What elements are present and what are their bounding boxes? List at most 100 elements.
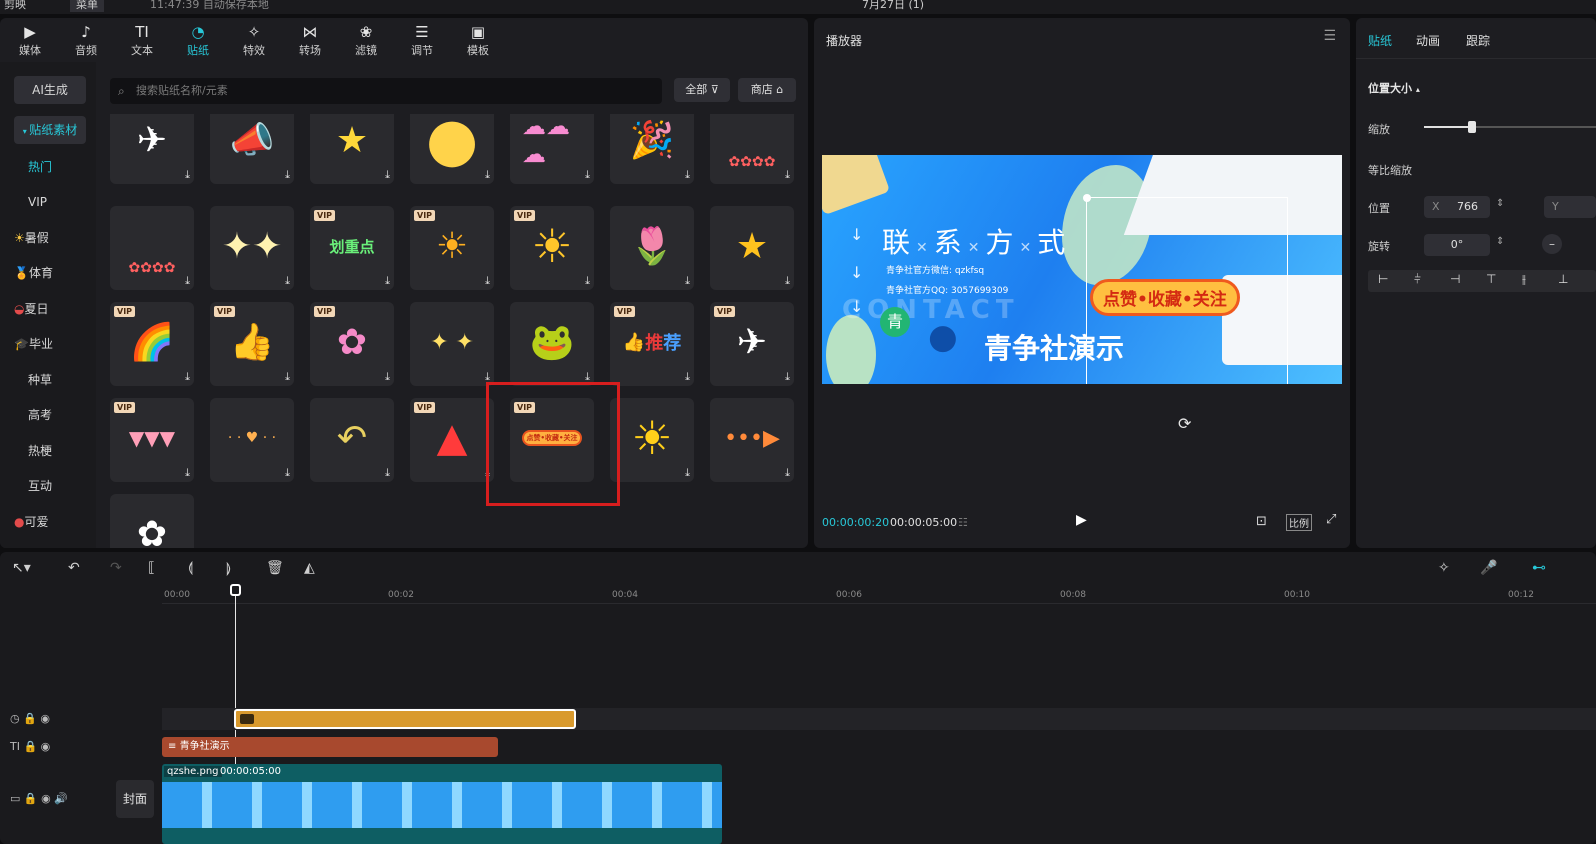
sidebar-item-memes[interactable]: 热梗 — [14, 437, 86, 465]
download-icon[interactable]: ⤓ — [185, 370, 190, 384]
select-tool-icon[interactable]: ↖▾ — [12, 560, 31, 576]
sticker-tulip[interactable]: 🌷 ⤓ — [610, 206, 694, 290]
lock-icon[interactable]: 🔒 — [24, 792, 38, 805]
mirror-icon[interactable]: ◭ — [304, 560, 315, 576]
download-icon[interactable]: ⤓ — [385, 370, 390, 384]
sidebar-item-hot[interactable]: 热门 — [14, 153, 86, 181]
tab-animation[interactable]: 动画 — [1416, 32, 1440, 49]
download-icon[interactable]: ⤓ — [485, 274, 490, 288]
sticker-yellow-star[interactable]: ★ ⤓ — [710, 206, 794, 290]
sticker-flower-border[interactable]: ✿✿✿✿ ⤓ — [710, 114, 794, 184]
download-icon[interactable]: ⤓ — [385, 168, 390, 182]
time-ruler[interactable]: 00:00 00:02 00:04 00:06 00:08 00:10 00:1… — [162, 586, 1596, 604]
download-icon[interactable]: ⤓ — [285, 168, 290, 182]
cover-button[interactable]: 封面 — [116, 780, 154, 818]
download-icon[interactable]: ⤓ — [385, 274, 390, 288]
sticker-megaphone[interactable]: 📣 ⤓ — [210, 114, 294, 184]
menu-button[interactable]: 菜单 — [70, 0, 104, 12]
sticker-search-input[interactable]: ⌕ 搜索贴纸名称/元素 — [110, 78, 662, 104]
link-toggle-icon[interactable]: ⊷ — [1532, 560, 1546, 576]
sticker-paper-plane-2[interactable]: VIP ✈ ⤓ — [710, 302, 794, 386]
sidebar-item-summer-break[interactable]: ☀暑假 — [14, 224, 86, 252]
sticker-category-button[interactable]: ▾ 贴纸素材 — [14, 116, 86, 144]
sidebar-item-interactive[interactable]: 互动 — [14, 472, 86, 500]
fullscreen-icon[interactable]: ⤢ — [1326, 512, 1336, 527]
text-clip[interactable]: ≡ 青争社演示 — [162, 737, 498, 757]
menu-icon[interactable]: ☰ — [1323, 28, 1336, 44]
tab-adjust[interactable]: ☰ 调节 — [396, 22, 448, 60]
download-icon[interactable]: ⤓ — [785, 274, 790, 288]
align-center-h-icon[interactable]: ⫩ — [1414, 272, 1421, 287]
tab-transition[interactable]: ⋈ 转场 — [284, 22, 336, 60]
sticker-warning[interactable]: VIP ▲ ⤓ — [410, 398, 494, 482]
tab-template[interactable]: ▣ 模板 — [452, 22, 504, 60]
sidebar-item-cute[interactable]: ●可爱 — [14, 508, 86, 536]
align-right-icon[interactable]: ⊣ — [1450, 272, 1460, 286]
sticker-sun[interactable]: VIP ☀ ⤓ — [410, 206, 494, 290]
sticker-clip[interactable] — [234, 709, 576, 729]
download-icon[interactable]: ⤓ — [485, 168, 490, 182]
sticker-dots-arc[interactable]: · · ♥ · · ⤓ — [210, 398, 294, 482]
sticker-clouds[interactable]: ☁☁☁ ⤓ — [510, 114, 594, 184]
sticker-highlight-stamp[interactable]: VIP 划重点 ⤓ — [310, 206, 394, 290]
ratio-button[interactable]: 比例 — [1286, 514, 1312, 531]
trim-left-icon[interactable]: ⟬ — [188, 560, 193, 576]
align-top-icon[interactable]: ⊤ — [1486, 272, 1496, 286]
sticker-thumbs-up[interactable]: VIP 👍 ⤓ — [210, 302, 294, 386]
rotate-handle-icon[interactable]: ⟳ — [1178, 414, 1191, 433]
rotation-field[interactable]: 0° — [1424, 234, 1490, 256]
eye-icon[interactable]: ◉ — [41, 740, 51, 753]
sticker-star-face[interactable]: ★ ⤓ — [310, 114, 394, 184]
download-icon[interactable]: ⤓ — [185, 466, 190, 480]
tab-filter[interactable]: ❀ 滤镜 — [340, 22, 392, 60]
download-icon[interactable]: ⤓ — [685, 274, 690, 288]
stepper-icon[interactable]: ⇕ — [1496, 198, 1504, 209]
download-icon[interactable]: ⤓ — [685, 370, 690, 384]
sidebar-item-recommend[interactable]: 种草 — [14, 366, 86, 394]
filter-all-button[interactable]: 全部 ⊽ — [674, 78, 730, 102]
sticker-sun-glasses[interactable]: ☀ ⤓ — [610, 398, 694, 482]
download-icon[interactable]: ⤓ — [385, 466, 390, 480]
tab-audio[interactable]: ♪ 音频 — [60, 22, 112, 60]
sticker-white-flower[interactable]: ✿⤓ — [110, 494, 194, 548]
download-icon[interactable]: ⤓ — [185, 274, 190, 288]
download-icon[interactable]: ⤓ — [585, 274, 590, 288]
speaker-icon[interactable]: 🔊 — [54, 792, 68, 805]
sticker-rainbow[interactable]: VIP 🌈 ⤓ — [110, 302, 194, 386]
sidebar-item-summer[interactable]: ◒夏日 — [14, 295, 86, 323]
download-icon[interactable]: ⤓ — [185, 168, 190, 182]
ai-generate-button[interactable]: AI生成 — [14, 76, 86, 104]
align-left-icon[interactable]: ⊢ — [1378, 272, 1388, 286]
align-center-v-icon[interactable]: ⫲ — [1522, 272, 1526, 287]
playhead-handle[interactable] — [230, 584, 241, 596]
sticker-twinkle[interactable]: ✦ ✦ ⤓ — [410, 302, 494, 386]
sticker-frog[interactable]: 🐸 ⤓ — [510, 302, 594, 386]
sidebar-item-graduation[interactable]: 🎓毕业 — [14, 330, 86, 358]
fit-screen-icon[interactable]: ⊡ — [1256, 514, 1267, 529]
timeline-list-icon[interactable]: ☷ — [958, 516, 968, 529]
sticker-bunting[interactable]: VIP ▼▼▼ ⤓ — [110, 398, 194, 482]
sticker-sunglasses-sun[interactable]: ● ⤓ — [410, 114, 494, 184]
position-y-field[interactable]: Y — [1544, 196, 1596, 218]
download-icon[interactable]: ⤓ — [285, 274, 290, 288]
sticker-flower-row[interactable]: ✿✿✿✿ ⤓ — [110, 206, 194, 290]
position-x-field[interactable]: X 766 — [1424, 196, 1490, 218]
sticker-curl-arrow[interactable]: ↶ ⤓ — [310, 398, 394, 482]
section-position-size[interactable]: 位置大小 ▴ — [1368, 80, 1420, 96]
microphone-icon[interactable]: 🎤 — [1480, 560, 1497, 576]
download-icon[interactable]: ⤓ — [285, 370, 290, 384]
tab-text[interactable]: TI 文本 — [116, 22, 168, 60]
play-icon[interactable]: ▶ — [1076, 512, 1087, 528]
sticker-sun-smile[interactable]: VIP ☀ ⤓ — [510, 206, 594, 290]
video-clip[interactable]: qzshe.png 00:00:05:00 — [162, 764, 722, 844]
download-icon[interactable]: ⤓ — [785, 370, 790, 384]
tab-tracking[interactable]: 跟踪 — [1466, 32, 1490, 49]
tab-sticker[interactable]: ◔ 贴纸 — [172, 22, 224, 60]
lock-icon[interactable]: 🔒 — [23, 712, 37, 725]
download-icon[interactable]: ⤓ — [585, 168, 590, 182]
rotate-dial-icon[interactable]: – — [1542, 234, 1562, 254]
sidebar-item-vip[interactable]: VIP — [14, 188, 86, 216]
sticker-pink-flower[interactable]: VIP ✿ ⤓ — [310, 302, 394, 386]
trim-right-icon[interactable]: ⟭ — [226, 560, 231, 576]
sticker-paper-plane[interactable]: ✈ ⤓ — [110, 114, 194, 184]
